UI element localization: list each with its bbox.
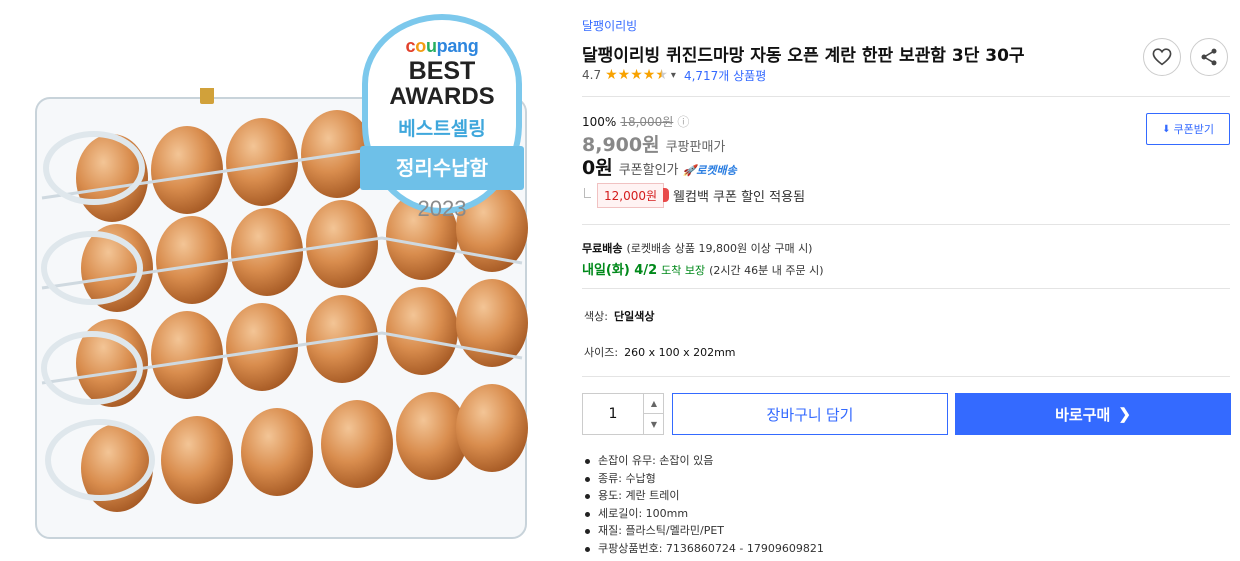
- badge-bestselling-text: 베스트셀링: [398, 118, 486, 140]
- brand-link[interactable]: 달팽이리빙: [582, 17, 637, 34]
- info-icon[interactable]: ⓘ: [677, 113, 689, 130]
- spec-item: 세로길이: 100mm: [582, 505, 824, 523]
- option-size-value: 260 x 100 x 202mm: [624, 346, 736, 359]
- coupon-price-label: 쿠폰할인가: [618, 163, 679, 178]
- review-count-link[interactable]: 4,717개 상품평: [684, 67, 766, 84]
- chevron-down-icon: ▼: [650, 419, 658, 429]
- add-to-cart-button[interactable]: 장바구니 담기: [672, 393, 948, 435]
- welcome-coupon-row: 12,000원 웰컴백 쿠폰 할인 적용됨: [582, 183, 805, 208]
- egg-shape: [151, 126, 223, 214]
- shipping-info: 무료배송 (로켓배송 상품 19,800원 이상 구매 시): [582, 240, 812, 256]
- star-icon: ★: [605, 67, 618, 83]
- star-icon: ★: [642, 67, 656, 83]
- spec-item: 쿠팡상품번호: 7136860724 - 17909609821: [582, 540, 824, 558]
- buy-now-label: 바로구매: [1055, 406, 1111, 424]
- rating-stars: ★ ★ ★ ★ ★: [605, 68, 668, 82]
- egg-shape: [456, 384, 528, 472]
- rating-score: 4.7: [582, 68, 602, 82]
- option-color: 색상: 단일색상: [584, 308, 654, 324]
- get-coupon-label: 쿠폰받기: [1173, 124, 1214, 136]
- rocket-delivery-badge: 🚀로켓배송: [682, 164, 737, 177]
- badge-category-banner: 정리수납함: [360, 146, 524, 190]
- spec-item: 재질: 플라스틱/멜라민/PET: [582, 522, 824, 540]
- badge-year: 2023: [417, 196, 467, 221]
- order-cutoff: (2시간 46분 내 주문 시): [709, 264, 824, 277]
- star-half-icon: ★: [655, 67, 668, 83]
- egg-shape: [161, 416, 233, 504]
- divider: [582, 288, 1230, 289]
- egg-shape: [241, 408, 313, 496]
- arrival-info: 내일(화) 4/2 도착 보장 (2시간 46분 내 주문 시): [582, 259, 824, 278]
- share-icon: [1201, 48, 1217, 66]
- get-coupon-button[interactable]: ⬇ 쿠폰받기: [1146, 113, 1230, 145]
- divider: [582, 224, 1230, 225]
- quantity-increase-button[interactable]: ▲: [643, 394, 664, 414]
- wishlist-button[interactable]: [1143, 38, 1181, 76]
- product-image[interactable]: coupang BEST AWARDS 베스트셀링 정리수납함 2023: [0, 0, 560, 561]
- egg-shape: [156, 216, 228, 304]
- welcome-coupon-text: 웰컴백 쿠폰 할인 적용됨: [673, 190, 806, 205]
- badge-best-text: BEST: [408, 57, 476, 85]
- spec-list: 손잡이 유무: 손잡이 있음 종류: 수납형 용도: 계란 트레이 세로길이: …: [582, 452, 824, 558]
- chevron-up-icon: ▲: [650, 399, 658, 408]
- egg-shape: [386, 287, 458, 375]
- free-shipping-detail: (로켓배송 상품 19,800원 이상 구매 시): [626, 242, 813, 255]
- egg-shape: [151, 311, 223, 399]
- buy-now-button[interactable]: 바로구매 ❯: [955, 393, 1231, 435]
- coupon-price: 0원: [582, 157, 613, 179]
- egg-shape: [321, 400, 393, 488]
- chevron-down-icon[interactable]: ▾: [671, 70, 676, 81]
- rating-summary[interactable]: 4.7 ★ ★ ★ ★ ★ ▾ 4,717개 상품평: [582, 66, 766, 84]
- chevron-right-icon: ❯: [1118, 406, 1131, 423]
- option-size-label: 사이즈:: [584, 346, 619, 359]
- spec-item: 종류: 수납형: [582, 470, 824, 488]
- option-color-value: 단일색상: [613, 310, 655, 323]
- indent-corner: [584, 187, 591, 198]
- coupon-price-row: 0원 쿠폰할인가 🚀로켓배송: [582, 153, 737, 180]
- heart-icon: [1152, 48, 1172, 66]
- share-button[interactable]: [1190, 38, 1228, 76]
- spec-item: 용도: 계란 트레이: [582, 487, 824, 505]
- badge-awards-text: AWARDS: [389, 83, 495, 110]
- product-title: 달팽이리빙 퀴진드마망 자동 오픈 계란 한판 보관함 3단 30구: [582, 46, 1025, 66]
- arrival-guarantee: 도착 보장: [661, 264, 706, 277]
- free-shipping-label: 무료배송: [582, 242, 623, 255]
- download-icon: ⬇: [1162, 123, 1171, 135]
- star-icon: ★: [617, 67, 631, 83]
- star-icon: ★: [630, 67, 643, 83]
- best-awards-badge: coupang BEST AWARDS 베스트셀링 정리수납함 2023: [358, 14, 526, 222]
- quantity-stepper: ▲ ▼: [582, 393, 664, 435]
- divider: [582, 96, 1230, 97]
- discount-row: 100% 18,000원 ⓘ: [582, 113, 689, 130]
- original-price: 18,000원: [620, 115, 674, 129]
- arrival-date: 내일(화) 4/2: [582, 263, 658, 278]
- quantity-decrease-button[interactable]: ▼: [643, 414, 664, 434]
- discount-rate: 100%: [582, 114, 617, 129]
- divider: [582, 376, 1230, 377]
- quantity-input[interactable]: [583, 394, 643, 434]
- add-to-cart-label: 장바구니 담기: [766, 406, 854, 424]
- coupang-logo: coupang: [405, 36, 479, 56]
- option-size: 사이즈: 260 x 100 x 202mm: [584, 344, 736, 360]
- welcome-coupon-tag: 12,000원: [597, 183, 670, 208]
- option-color-label: 색상:: [584, 310, 608, 323]
- spec-item: 손잡이 유무: 손잡이 있음: [582, 452, 824, 470]
